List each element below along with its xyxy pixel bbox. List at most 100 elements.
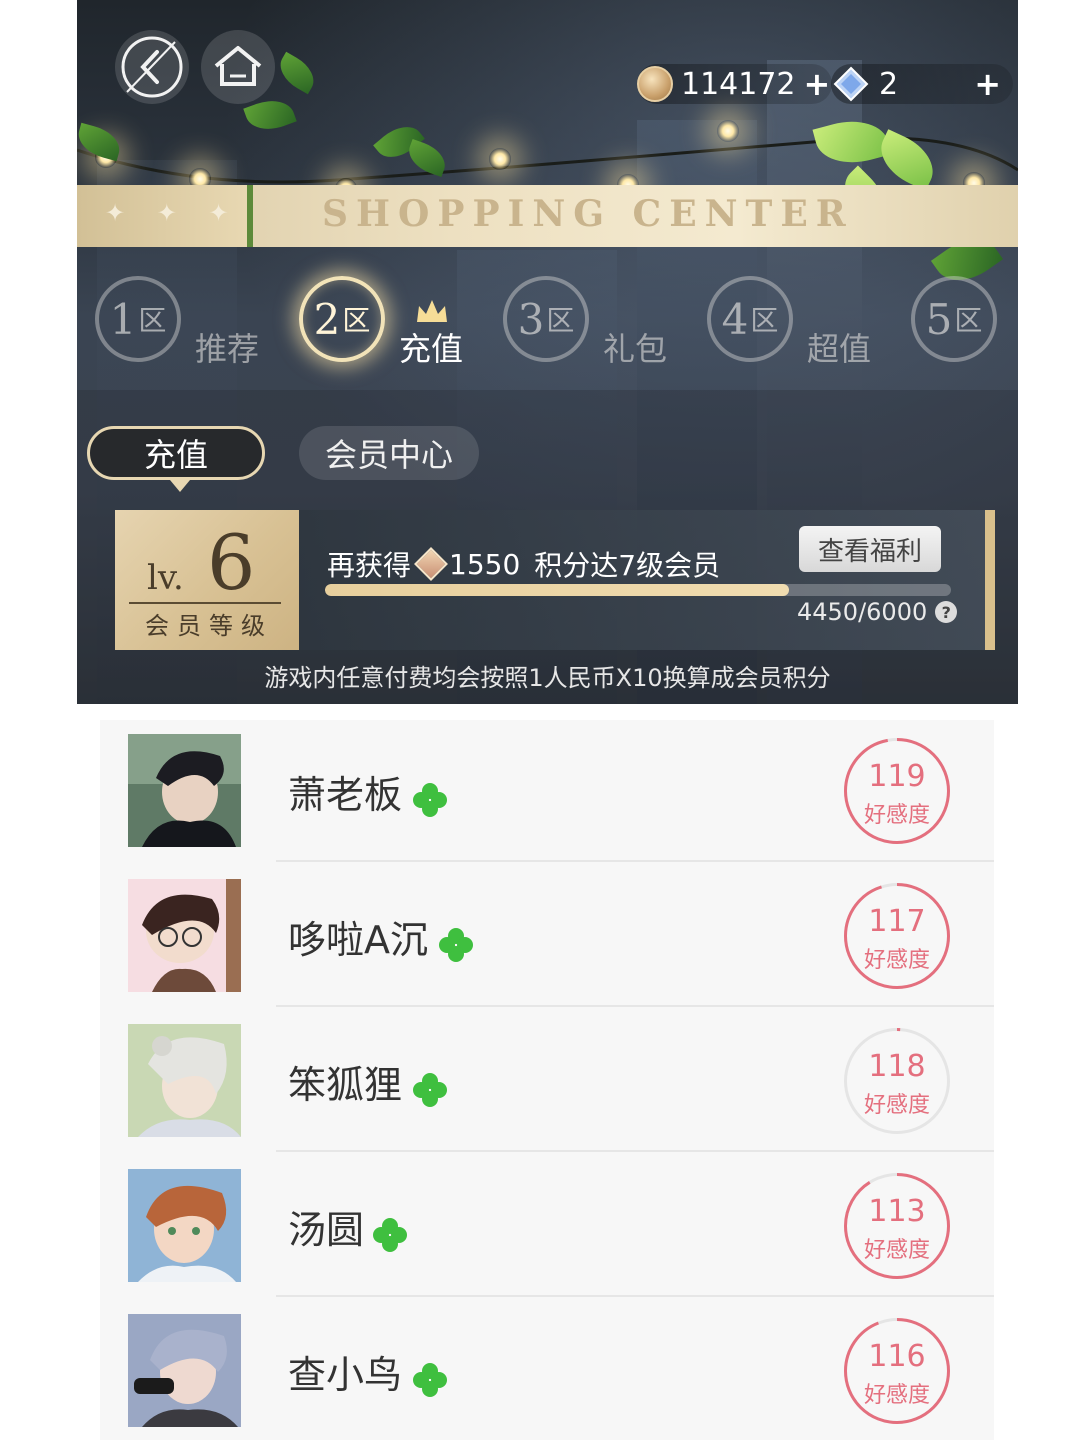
zone-4-label: 超值 — [807, 330, 872, 368]
level-divider — [129, 602, 281, 604]
help-icon[interactable]: ? — [935, 601, 958, 623]
avatar — [128, 1169, 241, 1282]
message-suffix: 积分达7级会员 — [534, 549, 721, 582]
avatar — [128, 734, 241, 847]
zone-2-badge: 2区 — [299, 276, 385, 362]
affection-label: 好感度 — [863, 948, 930, 973]
shop-panel: 114172 + 2 + ✦ ✦ ✦ SHOPPING CENTER 1区 推荐… — [77, 0, 1018, 704]
list-item[interactable]: 汤圆 113 好感度 — [100, 1155, 994, 1300]
zone-tabs: 1区 推荐 2区 充值 3区 礼包 4区 超值 5 区 — [77, 260, 1018, 390]
zone-5-badge: 5区 — [911, 276, 997, 362]
view-benefits-button[interactable]: 查看福利 — [799, 526, 941, 572]
tab-recharge[interactable]: 充值 — [87, 426, 265, 480]
vip-points-note: 游戏内任意付费均会按照1人民币X10换算成会员积分 — [264, 664, 831, 692]
level-prefix: lv. — [147, 558, 184, 598]
affection-ring: 113 好感度 — [844, 1173, 950, 1279]
tab-member-center[interactable]: 会员中心 — [299, 426, 479, 480]
coin-amount: 114172 — [681, 66, 796, 102]
zone-3-label: 礼包 — [603, 330, 668, 368]
leaf-decoration — [273, 51, 321, 95]
banner-title: SHOPPING CENTER — [322, 193, 854, 235]
row-divider — [276, 860, 994, 862]
progress-text: 4450/6000 — [797, 598, 928, 626]
list-item[interactable]: 萧老板 119 好感度 — [100, 720, 994, 865]
banner-stars: ✦ ✦ ✦ — [105, 199, 241, 227]
zone-2-label: 充值 — [399, 330, 464, 368]
level-number: 6 — [207, 518, 256, 607]
affection-ring: 119 好感度 — [844, 738, 950, 844]
zone-3-badge: 3区 — [503, 276, 589, 362]
light-bulb — [489, 148, 511, 170]
zone-1-label: 推荐 — [195, 330, 260, 368]
crown-icon — [417, 300, 447, 322]
vip-progress-fill — [325, 584, 790, 596]
back-arrow-icon — [121, 36, 183, 98]
clover-icon — [413, 783, 447, 817]
friend-name: 查小鸟 — [288, 1353, 403, 1397]
zone-number: 4 — [721, 294, 749, 344]
blue-diamond-icon — [833, 66, 869, 102]
add-gems-button[interactable]: + — [974, 65, 1001, 103]
vip-progress-bar — [325, 584, 951, 596]
avatar — [128, 1314, 241, 1427]
zone-unit: 区 — [954, 304, 983, 337]
affection-label: 好感度 — [863, 1383, 930, 1408]
light-bulb — [717, 120, 739, 142]
list-item[interactable]: 笨狐狸 118 好感度 — [100, 1010, 994, 1155]
gem-balance: 2 + — [831, 64, 1013, 104]
affection-label: 好感度 — [863, 1238, 930, 1263]
recharge-section: 充值 会员中心 lv. 6 会员等级 再获得 1550 积分达7级会员 查看福利… — [77, 390, 1018, 704]
affection-ring: 116 好感度 — [844, 1318, 950, 1424]
friend-name: 萧老板 — [288, 773, 403, 817]
home-button[interactable] — [201, 30, 275, 104]
shopping-center-banner: ✦ ✦ ✦ SHOPPING CENTER — [77, 185, 1018, 247]
vip-level-badge: lv. 6 会员等级 — [115, 510, 299, 650]
clover-icon — [413, 1073, 447, 1107]
coin-balance: 114172 + — [637, 64, 832, 104]
friend-name: 哆啦A沉 — [288, 918, 428, 962]
affection-ring: 118 好感度 — [844, 1028, 950, 1134]
tab-pointer — [170, 480, 190, 492]
friend-name: 汤圆 — [288, 1208, 365, 1252]
zone-1-badge: 1区 — [95, 276, 181, 362]
clover-icon — [413, 1363, 447, 1397]
list-item[interactable]: 查小鸟 116 好感度 — [100, 1300, 994, 1445]
row-divider — [276, 1005, 994, 1007]
zone-number: 5 — [925, 294, 953, 344]
vip-progress-readout: 4450/6000 ? — [797, 598, 958, 626]
back-button[interactable] — [115, 30, 189, 104]
zone-number: 2 — [313, 294, 341, 344]
avatar — [128, 879, 241, 992]
affection-value: 116 — [868, 1339, 926, 1374]
affection-value: 113 — [868, 1194, 926, 1229]
affection-value: 118 — [868, 1049, 926, 1084]
home-icon — [214, 46, 262, 86]
vip-points-icon — [414, 547, 448, 581]
friend-list: 萧老板 119 好感度 哆啦A沉 117 好感度 笨狐狸 118 好感度 汤圆 … — [100, 720, 994, 1440]
affection-value: 119 — [868, 759, 926, 794]
vip-level-card: lv. 6 会员等级 再获得 1550 积分达7级会员 查看福利 4450/60… — [115, 510, 995, 650]
avatar — [128, 1024, 241, 1137]
vip-upgrade-message: 再获得 1550 积分达7级会员 — [327, 544, 720, 584]
zone-unit: 区 — [546, 304, 575, 337]
row-divider — [276, 1150, 994, 1152]
list-item[interactable]: 哆啦A沉 117 好感度 — [100, 865, 994, 1010]
zone-number: 3 — [517, 294, 545, 344]
affection-ring: 117 好感度 — [844, 883, 950, 989]
zone-unit: 区 — [750, 304, 779, 337]
affection-label: 好感度 — [863, 803, 930, 828]
row-divider — [276, 1295, 994, 1297]
friend-name: 笨狐狸 — [288, 1063, 403, 1107]
points-needed: 1550 — [449, 547, 521, 581]
zone-number: 1 — [109, 294, 137, 344]
zone-unit: 区 — [138, 304, 167, 337]
clover-icon — [373, 1218, 407, 1252]
zone-4-badge: 4区 — [707, 276, 793, 362]
message-prefix: 再获得 — [327, 549, 412, 582]
gem-amount: 2 — [879, 66, 899, 102]
add-coins-button[interactable]: + — [804, 65, 831, 103]
affection-value: 117 — [868, 904, 926, 939]
level-caption: 会员等级 — [145, 612, 273, 640]
zone-unit: 区 — [342, 304, 371, 337]
clover-icon — [439, 928, 473, 962]
